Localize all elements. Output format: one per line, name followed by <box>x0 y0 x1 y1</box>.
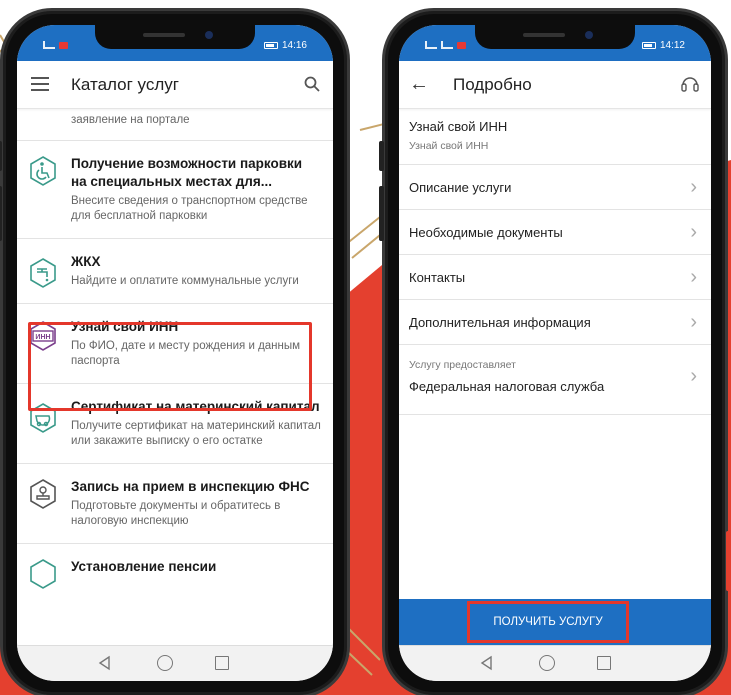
system-nav-bar <box>17 645 333 681</box>
faucet-icon <box>30 258 56 288</box>
wheelchair-icon <box>30 156 56 186</box>
row-label: Необходимые документы <box>409 225 563 240</box>
cta-bar: ПОЛУЧИТЬ УСЛУГУ <box>399 599 711 645</box>
service-subtitle: Узнай свой ИНН <box>409 140 489 152</box>
volume-button <box>379 186 384 241</box>
service-item-parking[interactable]: Получение возможности парковки на специа… <box>17 141 333 239</box>
volume-button <box>0 186 2 241</box>
row-provider[interactable]: Услугу предоставляет Федеральная налогов… <box>399 345 711 415</box>
detail-list: Узнай свой ИНН Узнай свой ИНН Описание у… <box>399 109 711 645</box>
chevron-right-icon: › <box>690 311 697 333</box>
screen-right: 14:12 ← Подробно Узнай свой ИНН Узнай св… <box>399 25 711 681</box>
volume-button <box>379 141 384 171</box>
nav-back-icon[interactable] <box>97 655 113 671</box>
status-time: 14:16 <box>281 40 307 51</box>
volume-button <box>0 141 2 171</box>
chevron-right-icon: › <box>690 176 697 198</box>
page-title: Подробно <box>453 75 532 94</box>
row-description[interactable]: Описание услуги › <box>399 165 711 210</box>
nav-recent-icon[interactable] <box>597 656 611 670</box>
service-item-zhkh[interactable]: ЖКХ Найдите и оплатите коммунальные услу… <box>17 239 333 304</box>
detail-header: Узнай свой ИНН Узнай свой ИНН <box>399 109 711 165</box>
service-desc: Найдите и оплатите коммунальные услуги <box>71 275 299 287</box>
signal-icon <box>43 41 55 49</box>
service-desc: Внесите сведения о транспортном средстве… <box>71 195 308 222</box>
list-item-partial[interactable]: заявление на портале <box>17 109 333 141</box>
chevron-right-icon: › <box>690 365 697 387</box>
app-bar: Каталог услуг <box>17 61 333 109</box>
status-icons-right: 14:16 <box>263 40 307 51</box>
nav-recent-icon[interactable] <box>215 656 229 670</box>
wifi-icon <box>441 41 453 49</box>
app-bar: ← Подробно <box>399 61 711 109</box>
service-name: Узнай свой ИНН <box>409 119 508 134</box>
row-documents[interactable]: Необходимые документы › <box>399 210 711 255</box>
row-contacts[interactable]: Контакты › <box>399 255 711 300</box>
phone-right: 14:12 ← Подробно Узнай свой ИНН Узнай св… <box>379 8 731 695</box>
notch <box>475 25 635 49</box>
status-time: 14:12 <box>659 40 685 51</box>
menu-icon[interactable] <box>31 77 49 91</box>
system-nav-bar <box>399 645 711 681</box>
nav-home-icon[interactable] <box>157 655 173 671</box>
service-item-fns[interactable]: Запись на прием в инспекцию ФНС Подготов… <box>17 464 333 544</box>
row-label: Контакты <box>409 270 466 285</box>
status-bar: 14:16 <box>17 25 333 61</box>
stamp-icon <box>30 479 56 509</box>
signal-icon <box>425 41 437 49</box>
provider-value: Федеральная налоговая служба <box>409 379 605 394</box>
page-title: Каталог услуг <box>71 75 179 94</box>
nav-home-icon[interactable] <box>539 655 555 671</box>
service-desc: Подготовьте документы и обратитесь в нал… <box>71 500 281 527</box>
headset-icon[interactable] <box>679 73 701 95</box>
power-button <box>726 531 731 591</box>
get-service-button[interactable]: ПОЛУЧИТЬ УСЛУГУ <box>467 601 629 643</box>
provider-label: Услугу предоставляет <box>409 359 516 371</box>
row-label: Описание услуги <box>409 180 512 195</box>
search-icon[interactable] <box>303 75 321 93</box>
chevron-right-icon: › <box>690 266 697 288</box>
service-desc: Получите сертификат на материнский капит… <box>71 420 321 447</box>
battery-icon <box>263 42 278 49</box>
service-title: ЖКХ <box>71 254 101 269</box>
phone-left: 14:16 Каталог услуг заявление на портале… <box>0 8 350 695</box>
chevron-right-icon: › <box>690 221 697 243</box>
status-bar: 14:12 <box>399 25 711 61</box>
status-icons-right: 14:12 <box>641 40 685 51</box>
notification-icon <box>59 41 68 49</box>
service-item-pension[interactable]: Установление пенсии <box>17 544 333 590</box>
nav-back-icon[interactable] <box>479 655 495 671</box>
pension-icon <box>30 559 56 589</box>
row-label: Дополнительная информация <box>409 315 591 330</box>
service-title: Запись на прием в инспекцию ФНС <box>71 479 310 494</box>
service-title: Установление пенсии <box>71 559 217 574</box>
highlight-box <box>28 322 312 411</box>
back-arrow-icon[interactable]: ← <box>409 73 431 95</box>
service-title: Получение возможности парковки на специа… <box>71 156 303 189</box>
notification-icon <box>457 41 466 49</box>
row-additional-info[interactable]: Дополнительная информация › <box>399 300 711 345</box>
battery-icon <box>641 42 656 49</box>
status-icons-left <box>43 41 68 49</box>
notch <box>95 25 255 49</box>
status-icons-left <box>425 41 466 49</box>
